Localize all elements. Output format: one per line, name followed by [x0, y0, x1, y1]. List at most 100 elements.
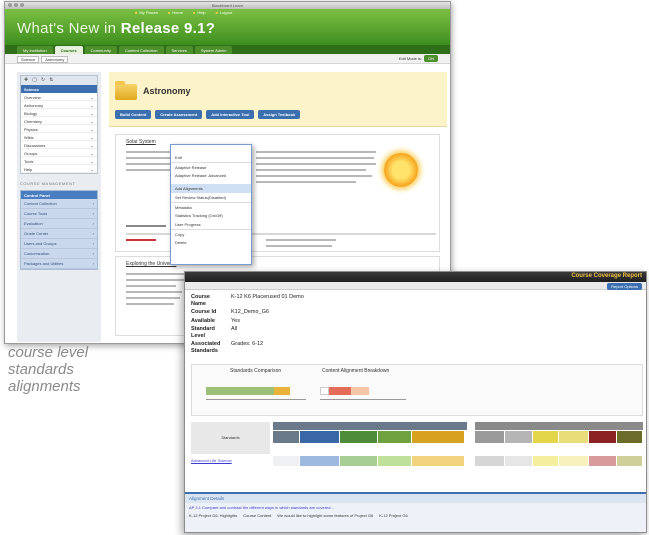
- action-bar: Build Content Create Assessment Add Inte…: [115, 110, 301, 119]
- control-panel-item[interactable]: Evaluation ›: [21, 219, 97, 229]
- control-panel-item[interactable]: Content Collection ›: [21, 199, 97, 209]
- assign-textbook-button[interactable]: Assign Textbook: [258, 110, 301, 119]
- table-group-header: [475, 422, 643, 430]
- alignment-details-title: Alignment Details: [185, 494, 646, 503]
- window-title: Blackboard Learn: [211, 3, 244, 8]
- report-options-button[interactable]: Report Options: [607, 283, 642, 290]
- text-line: [266, 245, 332, 247]
- course-menu-item[interactable]: Groups ⌄: [21, 149, 97, 157]
- breadcrumb-item[interactable]: Science: [17, 56, 40, 63]
- top-link[interactable]: My Places: [135, 10, 157, 15]
- edit-mode-label: Edit Mode is:: [398, 56, 422, 61]
- refresh-icon[interactable]: ↻: [41, 77, 45, 84]
- chevron-right-icon: ›: [92, 231, 94, 236]
- course-menu-item[interactable]: Wikis ⌄: [21, 133, 97, 141]
- chevron-down-icon[interactable]: ⌄: [91, 167, 94, 172]
- tab-my-institution[interactable]: My Institution: [17, 46, 53, 54]
- build-content-button[interactable]: Build Content: [115, 110, 152, 119]
- menu-item-adaptive-release-advanced[interactable]: Adaptive Release: Advanced: [171, 171, 251, 184]
- menu-item-set-review-status[interactable]: Set Review Status(Disabled): [171, 193, 251, 202]
- text-line: [126, 239, 156, 241]
- chevron-right-icon: ›: [92, 241, 94, 246]
- course-menu-item[interactable]: Help ⌄: [21, 165, 97, 173]
- chevron-down-icon[interactable]: ⌄: [91, 151, 94, 156]
- table-cell: [412, 456, 465, 466]
- menu-item-adaptive-release[interactable]: Adaptive Release: [171, 162, 251, 171]
- breadcrumb-item[interactable]: Astronomy: [41, 56, 69, 63]
- control-panel-item[interactable]: Grade Center ›: [21, 229, 97, 239]
- top-link[interactable]: Home: [168, 10, 183, 15]
- chevron-down-icon[interactable]: ⌄: [91, 159, 94, 164]
- menu-item-delete[interactable]: Delete: [171, 238, 251, 247]
- text-line: [126, 225, 166, 227]
- header-cell: [273, 431, 300, 443]
- tab-courses[interactable]: Courses: [54, 46, 83, 54]
- sort-icon[interactable]: ⇅: [49, 77, 53, 84]
- alignment-item-name[interactable]: K-12 Project G6: Highlights: [189, 513, 237, 518]
- top-link[interactable]: Logout: [216, 10, 232, 15]
- tab-content-collection[interactable]: Content Collection: [118, 46, 164, 54]
- chevron-down-icon[interactable]: ⌄: [91, 143, 94, 148]
- chevron-down-icon[interactable]: ⌄: [91, 111, 94, 116]
- window-titlebar: Blackboard Learn: [5, 2, 450, 9]
- control-panel-item[interactable]: Customization ›: [21, 249, 97, 259]
- chevron-right-icon: ›: [92, 251, 94, 256]
- menu-item-user-progress[interactable]: User Progress: [171, 220, 251, 229]
- menu-item-add-alignments[interactable]: Add Alignments: [171, 184, 251, 193]
- add-interactive-tool-button[interactable]: Add Interactive Tool: [206, 110, 255, 119]
- chevron-down-icon[interactable]: ⌄: [91, 103, 94, 108]
- alignment-details-text[interactable]: AP 3.1 Compare and contrast the differen…: [185, 503, 646, 512]
- create-assessment-button[interactable]: Create Assessment: [155, 110, 203, 119]
- menu-item-metadata[interactable]: Metadata: [171, 202, 251, 211]
- page-title: Astronomy: [143, 86, 191, 96]
- header-cell: [533, 431, 559, 443]
- top-link[interactable]: Help: [193, 10, 205, 15]
- add-icon[interactable]: ✚: [24, 77, 28, 84]
- course-menu-item[interactable]: Tools ⌄: [21, 157, 97, 165]
- control-panel-header[interactable]: Control Panel: [21, 191, 97, 199]
- text-line: [126, 291, 182, 293]
- text-line: [256, 175, 372, 177]
- course-menu-item[interactable]: Physics ⌄: [21, 125, 97, 133]
- table-cell: [273, 456, 300, 466]
- chevron-down-icon[interactable]: ⌄: [91, 119, 94, 124]
- alignment-details-panel: Alignment Details AP 3.1 Compare and con…: [185, 492, 646, 532]
- report-subbar: Report Options: [185, 282, 646, 290]
- course-menu-item[interactable]: Astronomy ⌄: [21, 101, 97, 109]
- menu-item-edit[interactable]: Edit: [171, 153, 251, 162]
- header-cell: [617, 431, 643, 443]
- course-menu-item[interactable]: Overview ⌄: [21, 93, 97, 101]
- text-line: [256, 157, 374, 159]
- course-menu-item[interactable]: Discussions ⌄: [21, 141, 97, 149]
- top-links: My Places Home Help Logout: [135, 10, 232, 15]
- caption-line: standards: [8, 361, 74, 378]
- edit-mode-toggle[interactable]: ON: [424, 55, 438, 62]
- caption-text: course level standards alignments: [8, 344, 88, 395]
- content-item-title[interactable]: Exploring the Universe: [126, 261, 176, 267]
- content-item-title[interactable]: Solar System: [126, 139, 156, 145]
- menu-item-copy[interactable]: Copy: [171, 229, 251, 238]
- table-cell: [378, 456, 412, 466]
- chevron-down-icon[interactable]: ⌄: [91, 95, 94, 100]
- course-menu-item[interactable]: Chemistry ⌄: [21, 117, 97, 125]
- menu-item-statistics-tracking[interactable]: Statistics Tracking (On/Off): [171, 211, 251, 220]
- tab-system-admin[interactable]: System Admin: [194, 46, 233, 54]
- chevron-down-icon[interactable]: ⌄: [91, 127, 94, 132]
- course-menu-header[interactable]: Science: [21, 85, 97, 93]
- text-line: [126, 273, 186, 275]
- info-value: Yes: [231, 317, 240, 324]
- control-panel-item-label: Evaluation: [24, 221, 43, 226]
- header-cell: [505, 431, 533, 443]
- control-panel-item-label: Content Collection: [24, 201, 57, 206]
- control-panel-item[interactable]: Course Tools ›: [21, 209, 97, 219]
- chevron-down-icon[interactable]: ⌄: [91, 135, 94, 140]
- folder-icon[interactable]: ▢: [32, 77, 37, 84]
- tab-community[interactable]: Community: [84, 46, 117, 54]
- chart-title-content-alignment: Content Alignment Breakdown: [322, 368, 390, 374]
- course-menu-item-label: Discussions: [24, 143, 46, 148]
- control-panel-item[interactable]: Packages and Utilities ›: [21, 259, 97, 269]
- course-menu-item[interactable]: Biology ⌄: [21, 109, 97, 117]
- tab-services[interactable]: Services: [165, 46, 193, 54]
- text-line: [126, 279, 184, 281]
- control-panel-item[interactable]: Users and Groups ›: [21, 239, 97, 249]
